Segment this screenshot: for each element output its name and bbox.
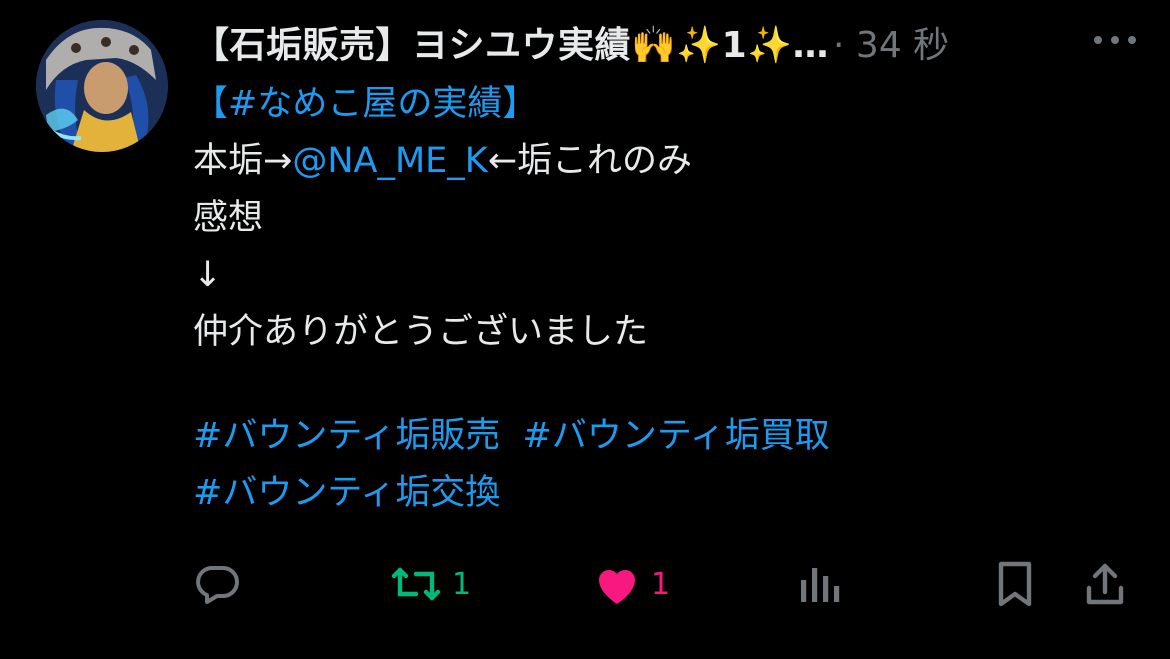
text-segment: ←垢これのみ xyxy=(487,141,693,181)
reply-icon xyxy=(196,566,239,604)
mention-link[interactable]: @NA_ME_K xyxy=(292,141,487,181)
like-count: 1 xyxy=(651,566,671,602)
text-line: 感想 xyxy=(193,198,264,238)
retweet-count: 1 xyxy=(452,566,472,602)
reply-button[interactable] xyxy=(193,556,241,612)
text-line: ↓ xyxy=(193,255,223,295)
timestamp[interactable]: · 34 秒 xyxy=(833,16,949,68)
retweet-button[interactable]: 1 xyxy=(390,556,471,612)
bookmark-icon xyxy=(998,561,1032,607)
share-icon xyxy=(1086,563,1124,605)
views-icon xyxy=(801,568,840,602)
hashtag-link[interactable]: #バウンティ垢交換 xyxy=(193,473,500,513)
more-icon[interactable] xyxy=(1094,34,1136,46)
hashtag-link[interactable]: 【#なめこ屋の実績】 xyxy=(193,84,537,124)
hashtag-link[interactable]: #バウンティ垢買取 xyxy=(523,416,830,456)
avatar[interactable] xyxy=(36,20,168,152)
like-button[interactable]: 1 xyxy=(593,556,670,612)
share-button[interactable] xyxy=(1083,556,1127,612)
hashtag-link[interactable]: #バウンティ垢販売 xyxy=(193,416,500,456)
tweet-header: 【石垢販売】ヨシユウ実績🙌✨1✨… · 34 秒 xyxy=(193,14,949,70)
views-button[interactable] xyxy=(797,556,841,612)
tweet-text: 【#なめこ屋の実績】 本垢→@NA_ME_K←垢これのみ 感想 ↓ 仲介ありがと… xyxy=(193,76,1130,522)
action-bar: 1 1 xyxy=(193,556,1136,612)
like-icon xyxy=(599,570,635,604)
text-line: 仲介ありがとうございました xyxy=(193,312,649,352)
retweet-icon xyxy=(391,567,441,601)
text-segment: 本垢→ xyxy=(193,141,293,181)
bookmark-button[interactable] xyxy=(993,556,1037,612)
display-name[interactable]: 【石垢販売】ヨシユウ実績🙌✨1✨… xyxy=(193,16,829,68)
